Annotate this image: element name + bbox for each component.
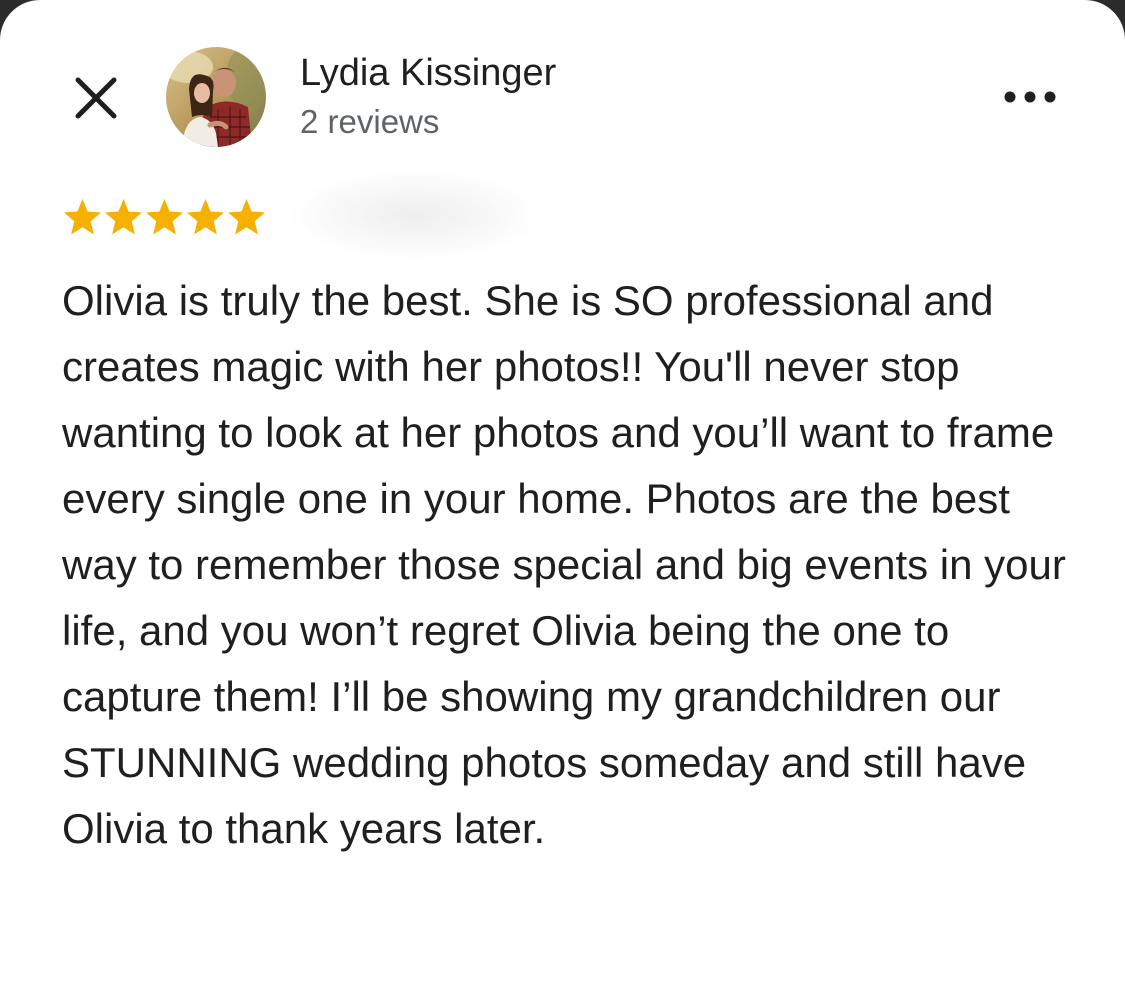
redacted-date [290,170,540,260]
close-button[interactable] [70,72,122,124]
author-name[interactable]: Lydia Kissinger [300,50,556,96]
close-icon [75,77,117,119]
avatar-photo [166,47,266,147]
star-icon [228,199,265,235]
review-sheet: Lydia Kissinger 2 reviews Olivia is trul… [0,0,1125,997]
star-icon [146,199,183,235]
star-icon [187,199,224,235]
star-icon [64,199,101,235]
more-horizontal-icon [1004,91,1056,103]
review-count[interactable]: 2 reviews [300,101,439,143]
review-text: Olivia is truly the best. She is SO prof… [62,277,1066,852]
star-rating [62,196,267,240]
more-options-button[interactable] [998,80,1062,114]
avatar[interactable] [166,47,266,147]
star-icon [105,199,142,235]
